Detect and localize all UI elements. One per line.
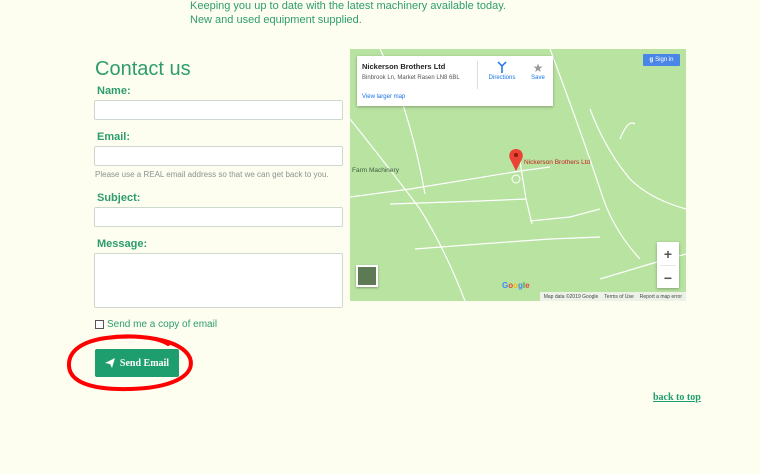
zoom-out-button[interactable]: − bbox=[657, 266, 679, 289]
directions-icon bbox=[497, 61, 507, 73]
intro-text: Keeping you up to date with the latest m… bbox=[190, 0, 506, 27]
message-field[interactable] bbox=[94, 253, 343, 308]
google-plus-icon: g bbox=[649, 57, 654, 63]
page-title: Contact us bbox=[95, 58, 191, 80]
email-field[interactable] bbox=[94, 146, 343, 166]
directions-button[interactable]: Directions bbox=[482, 61, 522, 81]
save-label: Save bbox=[531, 75, 545, 81]
place-label[interactable]: Farm Machinery bbox=[352, 167, 399, 174]
name-field[interactable] bbox=[94, 100, 343, 120]
zoom-in-button[interactable]: + bbox=[657, 242, 679, 265]
map-pin-label[interactable]: Nickerson Brothers Ltd bbox=[524, 159, 590, 166]
name-label: Name: bbox=[97, 85, 131, 97]
business-address: Binbrook Ln, Market Rasen LN8 6BL bbox=[362, 75, 460, 81]
copy-label: Send me a copy of email bbox=[107, 319, 218, 330]
intro-line-1: Keeping you up to date with the latest m… bbox=[190, 0, 506, 12]
zoom-control[interactable]: + − bbox=[657, 242, 679, 288]
sign-in-label: Sign in bbox=[655, 57, 674, 63]
email-hint: Please use a REAL email address so that … bbox=[95, 170, 329, 179]
satellite-toggle[interactable] bbox=[356, 265, 378, 287]
view-larger-map-link[interactable]: View larger map bbox=[362, 94, 405, 100]
sign-in-button[interactable]: g Sign in bbox=[643, 54, 680, 66]
map-footer: Map data ©2019 Google Terms of Use Repor… bbox=[539, 292, 686, 301]
save-button[interactable]: ★ Save bbox=[527, 61, 549, 81]
map-embed[interactable]: Farm Machinery Nickerson Brothers Ltd Ni… bbox=[350, 49, 686, 301]
message-label: Message: bbox=[97, 238, 148, 250]
map-data-text: Map data ©2019 Google bbox=[543, 293, 599, 300]
terms-link[interactable]: Terms of Use bbox=[604, 294, 633, 300]
intro-line-2: New and used equipment supplied. bbox=[190, 13, 362, 26]
back-to-top-link[interactable]: back to top bbox=[653, 392, 701, 403]
copy-option[interactable]: Send me a copy of email bbox=[95, 319, 217, 330]
map-info-card: Nickerson Brothers Ltd Binbrook Ln, Mark… bbox=[357, 56, 553, 106]
google-logo: Google bbox=[502, 281, 530, 290]
email-label: Email: bbox=[97, 131, 131, 143]
copy-checkbox[interactable] bbox=[95, 320, 104, 329]
info-card-divider bbox=[477, 61, 478, 89]
business-name: Nickerson Brothers Ltd bbox=[362, 62, 446, 71]
subject-field[interactable] bbox=[94, 207, 343, 227]
annotation-circle bbox=[67, 334, 193, 392]
directions-label: Directions bbox=[488, 75, 516, 81]
star-icon: ★ bbox=[532, 61, 544, 75]
report-error-link[interactable]: Report a map error bbox=[640, 294, 682, 300]
subject-label: Subject: bbox=[97, 192, 141, 204]
